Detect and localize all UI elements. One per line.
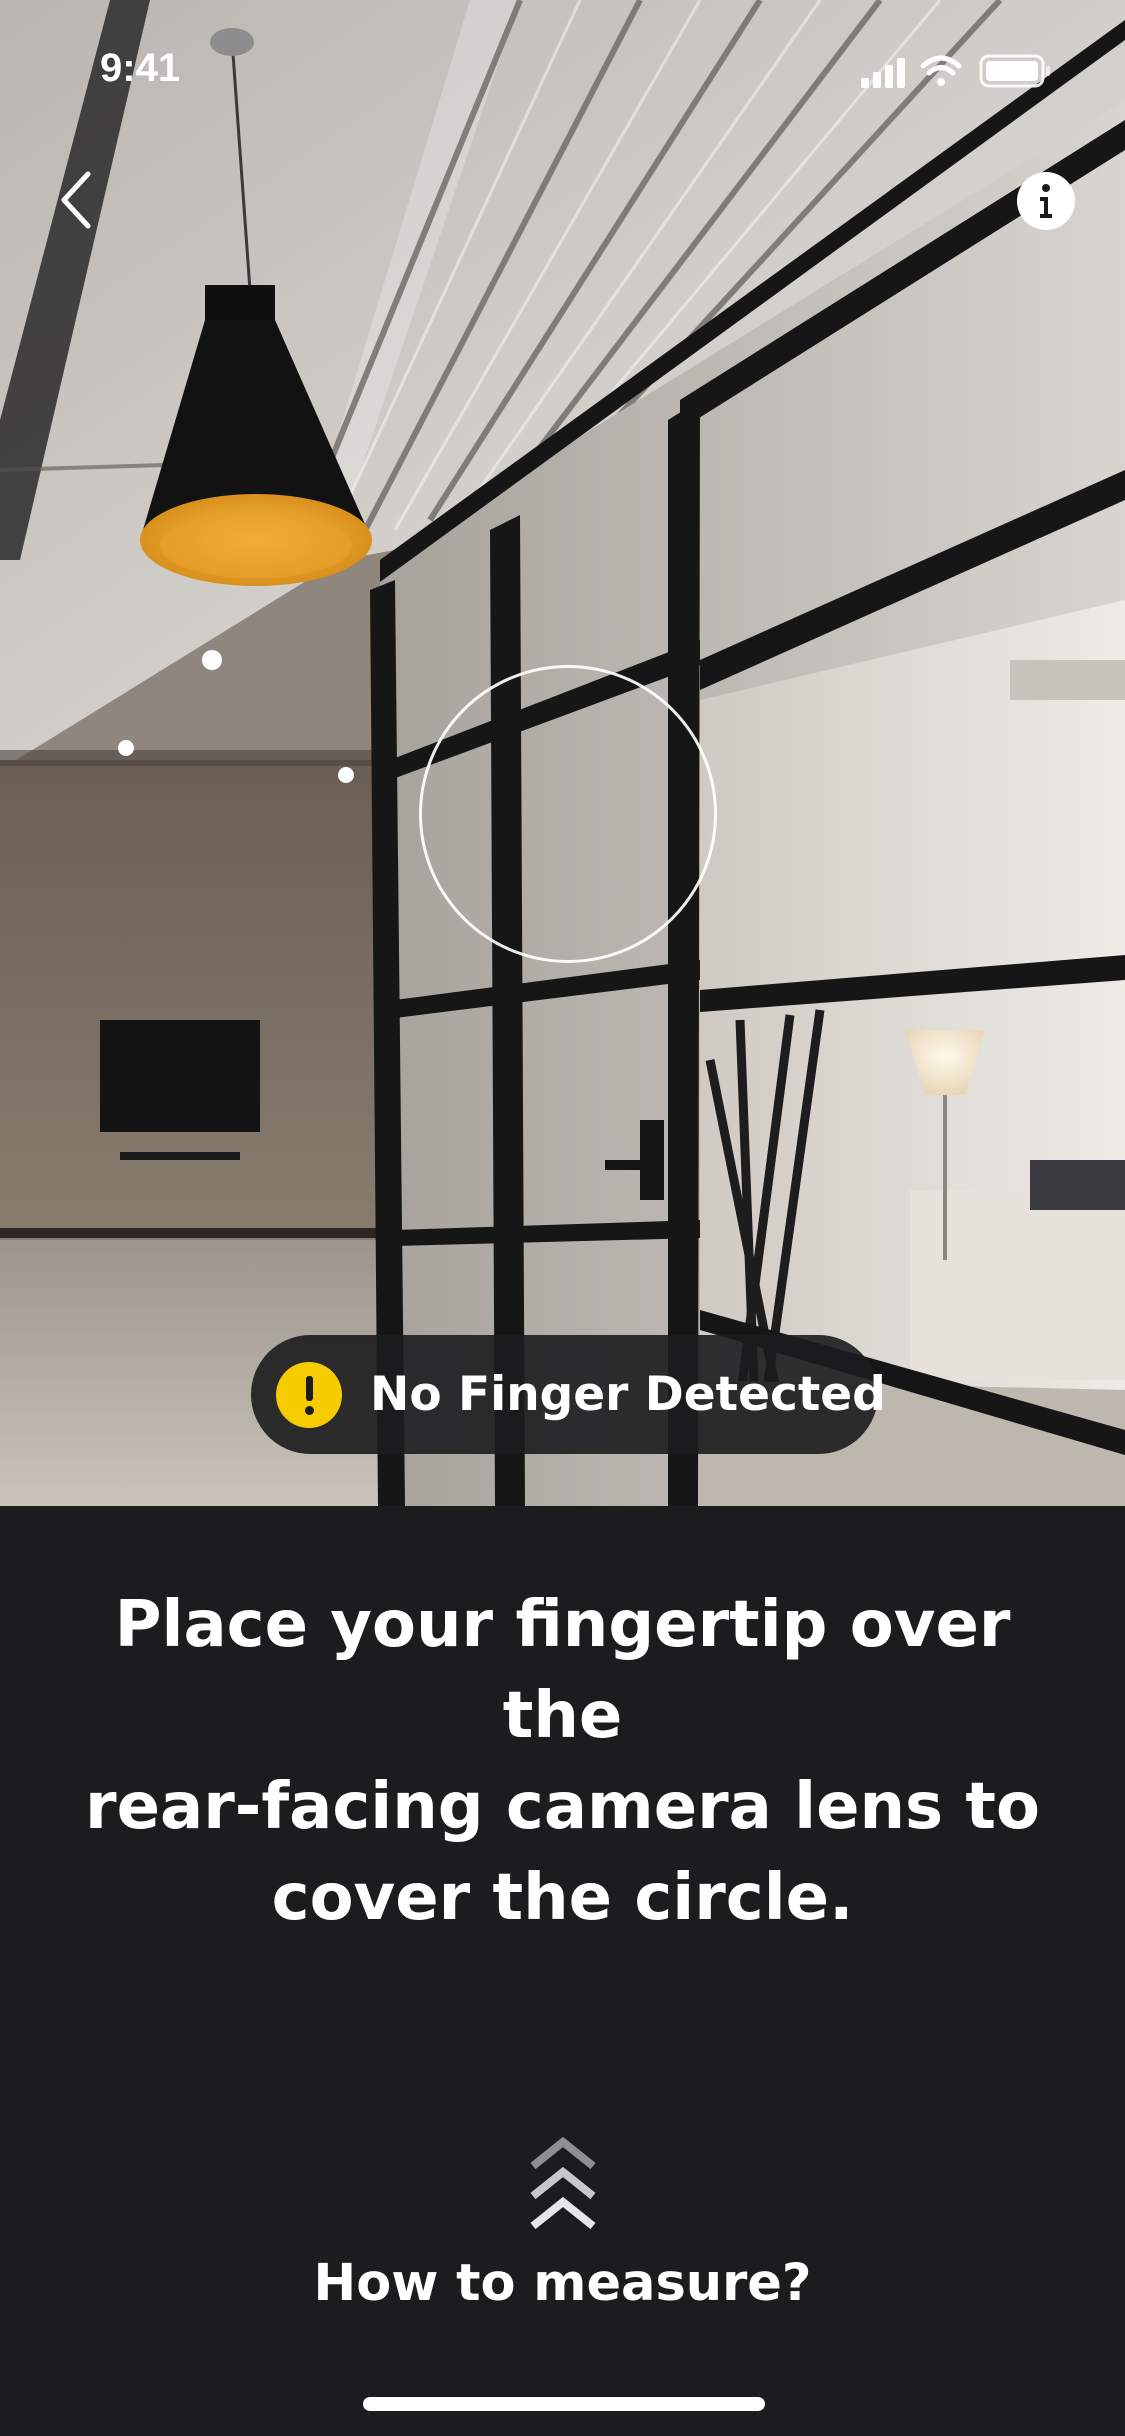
back-button[interactable] — [48, 160, 118, 240]
detection-status-text: No Finger Detected — [370, 1367, 886, 1422]
info-icon — [1017, 172, 1075, 230]
instruction-line: rear-facing camera lens to — [85, 1770, 1040, 1844]
instruction-text: Place your fingertip over the rear-facin… — [60, 1580, 1065, 1944]
instruction-line: Place your fingertip over the — [114, 1588, 1011, 1753]
status-time: 9:41 — [100, 46, 181, 90]
battery-icon — [979, 54, 1050, 88]
warning-icon — [276, 1361, 342, 1428]
triple-chevron-up-icon — [530, 2136, 595, 2230]
measurement-screen: 9:41 No Finger Detected Place your finge… — [0, 0, 1125, 2436]
status-bar: 9:41 — [0, 0, 1125, 140]
camera-preview: 9:41 No Finger Detected — [0, 0, 1125, 1506]
info-button[interactable] — [1015, 170, 1077, 232]
target-circle — [419, 665, 717, 963]
cellular-signal-icon — [861, 58, 905, 88]
how-to-measure-button[interactable]: How to measure? — [0, 2130, 1125, 2340]
detection-status-badge: No Finger Detected — [251, 1335, 886, 1454]
home-indicator[interactable] — [363, 2397, 765, 2411]
chevron-left-icon — [61, 171, 91, 229]
how-to-measure-label: How to measure? — [313, 2254, 812, 2313]
status-icons — [861, 54, 1050, 88]
instruction-line: cover the circle. — [271, 1861, 854, 1935]
wifi-icon — [920, 55, 962, 86]
